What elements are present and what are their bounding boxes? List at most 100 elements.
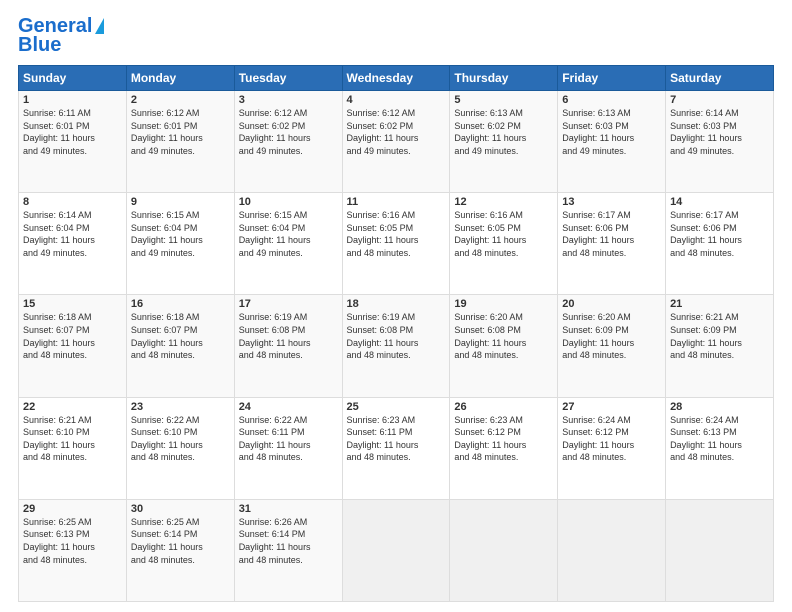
day-info: Sunrise: 6:25 AMSunset: 6:14 PMDaylight:… [131, 517, 203, 565]
day-number: 12 [454, 196, 553, 208]
calendar-day-cell: 16 Sunrise: 6:18 AMSunset: 6:07 PMDaylig… [126, 295, 234, 397]
day-info: Sunrise: 6:12 AMSunset: 6:02 PMDaylight:… [239, 108, 311, 156]
day-info: Sunrise: 6:13 AMSunset: 6:03 PMDaylight:… [562, 108, 634, 156]
day-number: 29 [23, 503, 122, 515]
day-info: Sunrise: 6:14 AMSunset: 6:03 PMDaylight:… [670, 108, 742, 156]
day-number: 3 [239, 94, 338, 106]
day-info: Sunrise: 6:21 AMSunset: 6:10 PMDaylight:… [23, 415, 95, 463]
calendar-day-cell: 21 Sunrise: 6:21 AMSunset: 6:09 PMDaylig… [666, 295, 774, 397]
calendar-day-cell: 31 Sunrise: 6:26 AMSunset: 6:14 PMDaylig… [234, 499, 342, 601]
calendar-day-cell: 11 Sunrise: 6:16 AMSunset: 6:05 PMDaylig… [342, 193, 450, 295]
day-number: 30 [131, 503, 230, 515]
calendar-day-cell: 7 Sunrise: 6:14 AMSunset: 6:03 PMDayligh… [666, 91, 774, 193]
calendar-day-cell: 28 Sunrise: 6:24 AMSunset: 6:13 PMDaylig… [666, 397, 774, 499]
calendar-day-cell: 20 Sunrise: 6:20 AMSunset: 6:09 PMDaylig… [558, 295, 666, 397]
day-number: 7 [670, 94, 769, 106]
calendar-day-cell: 24 Sunrise: 6:22 AMSunset: 6:11 PMDaylig… [234, 397, 342, 499]
calendar-day-cell: 1 Sunrise: 6:11 AMSunset: 6:01 PMDayligh… [19, 91, 127, 193]
dow-cell: Friday [558, 66, 666, 91]
calendar-day-cell: 4 Sunrise: 6:12 AMSunset: 6:02 PMDayligh… [342, 91, 450, 193]
day-number: 15 [23, 298, 122, 310]
day-number: 21 [670, 298, 769, 310]
day-info: Sunrise: 6:19 AMSunset: 6:08 PMDaylight:… [347, 312, 419, 360]
day-info: Sunrise: 6:24 AMSunset: 6:12 PMDaylight:… [562, 415, 634, 463]
calendar-day-cell: 23 Sunrise: 6:22 AMSunset: 6:10 PMDaylig… [126, 397, 234, 499]
day-number: 14 [670, 196, 769, 208]
day-number: 1 [23, 94, 122, 106]
day-number: 20 [562, 298, 661, 310]
day-info: Sunrise: 6:21 AMSunset: 6:09 PMDaylight:… [670, 312, 742, 360]
day-info: Sunrise: 6:20 AMSunset: 6:09 PMDaylight:… [562, 312, 634, 360]
day-number: 19 [454, 298, 553, 310]
day-info: Sunrise: 6:15 AMSunset: 6:04 PMDaylight:… [239, 210, 311, 258]
day-info: Sunrise: 6:14 AMSunset: 6:04 PMDaylight:… [23, 210, 95, 258]
day-number: 24 [239, 401, 338, 413]
calendar-day-cell: 2 Sunrise: 6:12 AMSunset: 6:01 PMDayligh… [126, 91, 234, 193]
day-info: Sunrise: 6:12 AMSunset: 6:02 PMDaylight:… [347, 108, 419, 156]
calendar-day-cell: 18 Sunrise: 6:19 AMSunset: 6:08 PMDaylig… [342, 295, 450, 397]
calendar-day-cell [450, 499, 558, 601]
day-info: Sunrise: 6:22 AMSunset: 6:11 PMDaylight:… [239, 415, 311, 463]
day-info: Sunrise: 6:17 AMSunset: 6:06 PMDaylight:… [562, 210, 634, 258]
calendar-day-cell: 27 Sunrise: 6:24 AMSunset: 6:12 PMDaylig… [558, 397, 666, 499]
calendar-day-cell [666, 499, 774, 601]
day-number: 23 [131, 401, 230, 413]
calendar-day-cell: 14 Sunrise: 6:17 AMSunset: 6:06 PMDaylig… [666, 193, 774, 295]
header: General Blue [18, 15, 774, 57]
calendar-day-cell: 29 Sunrise: 6:25 AMSunset: 6:13 PMDaylig… [19, 499, 127, 601]
day-info: Sunrise: 6:13 AMSunset: 6:02 PMDaylight:… [454, 108, 526, 156]
calendar-day-cell [558, 499, 666, 601]
calendar-day-cell: 30 Sunrise: 6:25 AMSunset: 6:14 PMDaylig… [126, 499, 234, 601]
calendar-day-cell: 15 Sunrise: 6:18 AMSunset: 6:07 PMDaylig… [19, 295, 127, 397]
calendar-day-cell: 5 Sunrise: 6:13 AMSunset: 6:02 PMDayligh… [450, 91, 558, 193]
day-info: Sunrise: 6:26 AMSunset: 6:14 PMDaylight:… [239, 517, 311, 565]
calendar-week-row: 22 Sunrise: 6:21 AMSunset: 6:10 PMDaylig… [19, 397, 774, 499]
calendar-day-cell: 6 Sunrise: 6:13 AMSunset: 6:03 PMDayligh… [558, 91, 666, 193]
day-number: 16 [131, 298, 230, 310]
calendar-table: SundayMondayTuesdayWednesdayThursdayFrid… [18, 65, 774, 602]
day-info: Sunrise: 6:22 AMSunset: 6:10 PMDaylight:… [131, 415, 203, 463]
day-info: Sunrise: 6:16 AMSunset: 6:05 PMDaylight:… [454, 210, 526, 258]
logo-blue: Blue [18, 34, 61, 57]
day-number: 22 [23, 401, 122, 413]
day-info: Sunrise: 6:20 AMSunset: 6:08 PMDaylight:… [454, 312, 526, 360]
calendar-day-cell: 25 Sunrise: 6:23 AMSunset: 6:11 PMDaylig… [342, 397, 450, 499]
calendar-day-cell: 10 Sunrise: 6:15 AMSunset: 6:04 PMDaylig… [234, 193, 342, 295]
day-info: Sunrise: 6:11 AMSunset: 6:01 PMDaylight:… [23, 108, 95, 156]
day-info: Sunrise: 6:16 AMSunset: 6:05 PMDaylight:… [347, 210, 419, 258]
calendar-week-row: 1 Sunrise: 6:11 AMSunset: 6:01 PMDayligh… [19, 91, 774, 193]
day-info: Sunrise: 6:25 AMSunset: 6:13 PMDaylight:… [23, 517, 95, 565]
day-number: 8 [23, 196, 122, 208]
calendar-day-cell: 22 Sunrise: 6:21 AMSunset: 6:10 PMDaylig… [19, 397, 127, 499]
day-number: 18 [347, 298, 446, 310]
calendar-day-cell: 3 Sunrise: 6:12 AMSunset: 6:02 PMDayligh… [234, 91, 342, 193]
day-number: 4 [347, 94, 446, 106]
day-number: 27 [562, 401, 661, 413]
day-info: Sunrise: 6:24 AMSunset: 6:13 PMDaylight:… [670, 415, 742, 463]
dow-cell: Saturday [666, 66, 774, 91]
day-info: Sunrise: 6:17 AMSunset: 6:06 PMDaylight:… [670, 210, 742, 258]
day-number: 31 [239, 503, 338, 515]
calendar-day-cell: 8 Sunrise: 6:14 AMSunset: 6:04 PMDayligh… [19, 193, 127, 295]
day-number: 5 [454, 94, 553, 106]
day-number: 13 [562, 196, 661, 208]
dow-cell: Tuesday [234, 66, 342, 91]
days-of-week-header: SundayMondayTuesdayWednesdayThursdayFrid… [19, 66, 774, 91]
day-number: 11 [347, 196, 446, 208]
calendar-day-cell: 13 Sunrise: 6:17 AMSunset: 6:06 PMDaylig… [558, 193, 666, 295]
day-number: 2 [131, 94, 230, 106]
day-number: 9 [131, 196, 230, 208]
day-info: Sunrise: 6:23 AMSunset: 6:12 PMDaylight:… [454, 415, 526, 463]
dow-cell: Wednesday [342, 66, 450, 91]
calendar-day-cell: 26 Sunrise: 6:23 AMSunset: 6:12 PMDaylig… [450, 397, 558, 499]
calendar-week-row: 15 Sunrise: 6:18 AMSunset: 6:07 PMDaylig… [19, 295, 774, 397]
dow-cell: Sunday [19, 66, 127, 91]
logo-triangle-icon [95, 18, 104, 34]
calendar-week-row: 8 Sunrise: 6:14 AMSunset: 6:04 PMDayligh… [19, 193, 774, 295]
day-number: 6 [562, 94, 661, 106]
calendar-week-row: 29 Sunrise: 6:25 AMSunset: 6:13 PMDaylig… [19, 499, 774, 601]
day-info: Sunrise: 6:19 AMSunset: 6:08 PMDaylight:… [239, 312, 311, 360]
page: General Blue SundayMondayTuesdayWednesda… [0, 0, 792, 612]
dow-cell: Monday [126, 66, 234, 91]
day-number: 28 [670, 401, 769, 413]
